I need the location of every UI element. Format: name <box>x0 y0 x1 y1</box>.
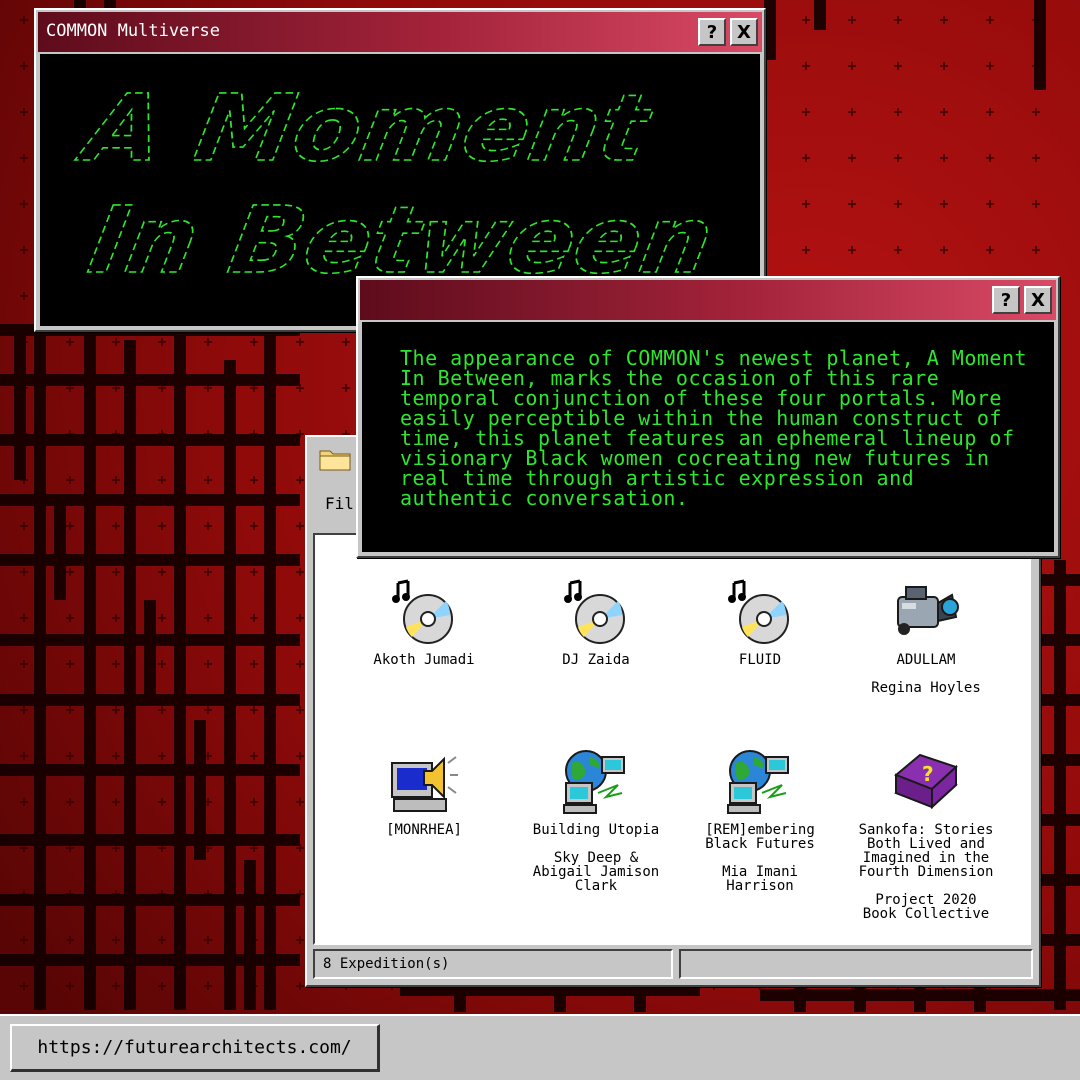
cd-music-icon <box>728 579 789 644</box>
website-url-button[interactable]: https://futurearchitects.com/ <box>10 1024 380 1072</box>
cd-music-icon <box>564 579 625 644</box>
expedition-item-sankofa[interactable]: ? Sankofa: Stories Both Lived and Imagin… <box>851 749 1001 921</box>
item-label: FLUID <box>738 652 782 668</box>
taskbar: https://futurearchitects.com/ <box>0 1014 1080 1080</box>
description-terminal: The appearance of COMMON's newest planet… <box>362 322 1054 552</box>
expedition-item-monrhea[interactable]: [MONRHEA] <box>349 749 499 837</box>
close-button[interactable]: X <box>730 18 758 46</box>
help-button[interactable]: ? <box>992 286 1020 314</box>
item-label: Akoth Jumadi <box>373 652 475 668</box>
expedition-item-dj-zaida[interactable]: DJ Zaida <box>521 579 671 667</box>
expedition-item-fluid[interactable]: FLUID <box>685 579 835 667</box>
item-author: Regina Hoyles <box>871 680 981 696</box>
item-label: [MONRHEA] <box>386 822 462 838</box>
close-button[interactable]: X <box>1024 286 1052 314</box>
help-button[interactable]: ? <box>698 18 726 46</box>
help-book-icon: ? <box>894 753 958 810</box>
network-globe-icon <box>727 750 789 814</box>
description-titlebar[interactable]: ? X <box>360 280 1056 320</box>
item-label: Sankofa: Stories Both Lived and Imagined… <box>858 822 994 880</box>
explorer-content-area: Akoth Jumadi DJ Zaida FLUID ADULLAM Regi… <box>313 533 1031 945</box>
multiverse-titlebar[interactable]: COMMON Multiverse ? X <box>38 12 762 52</box>
folder-icon <box>319 450 351 471</box>
item-label: DJ Zaida <box>562 652 630 668</box>
expedition-item-adullam[interactable]: ADULLAM Regina Hoyles <box>851 579 1001 695</box>
item-label: ADULLAM <box>896 652 956 668</box>
item-author: Sky Deep & Abigail Jamison Clark <box>532 850 660 894</box>
planet-description-window[interactable]: ? X The appearance of COMMON's newest pl… <box>356 276 1060 558</box>
network-globe-icon <box>563 750 625 814</box>
status-secondary <box>679 949 1033 979</box>
planet-description-text: The appearance of COMMON's newest planet… <box>400 346 1028 510</box>
computer-speaker-icon <box>391 756 458 812</box>
item-label: [REM]embering Black Futures <box>705 822 815 852</box>
svg-text:?: ? <box>922 762 934 786</box>
expedition-item-akoth-jumadi[interactable]: Akoth Jumadi <box>349 579 499 667</box>
cd-music-icon <box>392 579 453 644</box>
window-title: COMMON Multiverse <box>46 21 220 41</box>
item-author: Project 2020 Book Collective <box>862 892 990 922</box>
ascii-line-moment: A Moment <box>70 75 660 182</box>
expedition-item-building-utopia[interactable]: Building Utopia Sky Deep & Abigail Jamis… <box>521 749 671 893</box>
item-label: Building Utopia <box>532 822 660 838</box>
item-author: Mia Imani Harrison <box>722 864 798 894</box>
expedition-item-rembering-black-futures[interactable]: [REM]embering Black Futures Mia Imani Ha… <box>685 749 835 893</box>
status-expedition-count: 8 Expedition(s) <box>313 949 673 979</box>
video-camera-icon <box>897 586 959 635</box>
file-menu[interactable]: Fil <box>325 494 354 513</box>
